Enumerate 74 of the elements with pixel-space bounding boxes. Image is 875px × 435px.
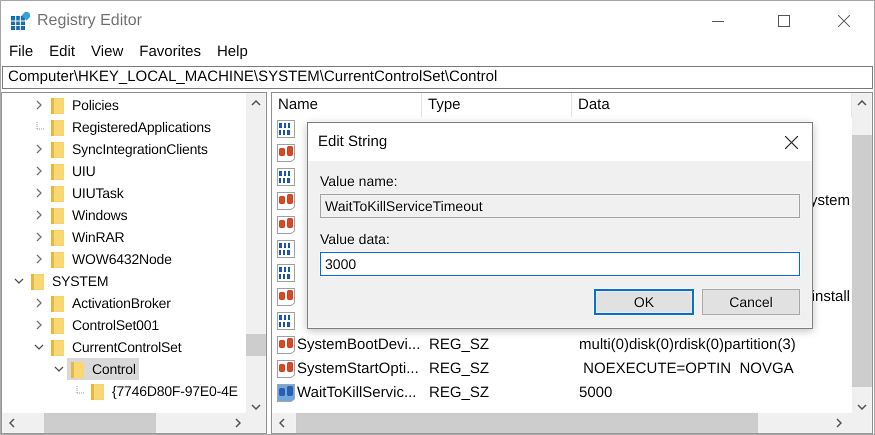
close-icon[interactable]: [785, 136, 798, 148]
folder-icon: [51, 294, 64, 312]
column-header[interactable]: Name: [272, 93, 422, 117]
cancel-button[interactable]: Cancel: [702, 289, 800, 315]
horizontal-scrollbar[interactable]: [272, 413, 872, 433]
value-name[interactable]: SystemBootDevi...: [297, 334, 420, 356]
folder-icon: [51, 316, 64, 334]
window-title: Registry Editor: [37, 11, 142, 31]
scroll-down-icon[interactable]: [857, 404, 867, 410]
tree-item[interactable]: UIU: [47, 160, 99, 182]
menu-item[interactable]: View: [83, 40, 132, 64]
tree-item[interactable]: ControlSet001: [47, 314, 162, 336]
registry-app-icon: [11, 12, 30, 30]
scroll-up-icon[interactable]: [857, 100, 867, 106]
maximize-icon[interactable]: [778, 15, 790, 27]
folder-icon: [51, 162, 64, 180]
ok-button[interactable]: OK: [594, 289, 694, 315]
value-name[interactable]: WaitToKillServic...: [297, 382, 416, 404]
value-type: REG_SZ: [429, 384, 490, 401]
tree-item[interactable]: SYSTEM: [27, 270, 112, 292]
tree-item[interactable]: SyncIntegrationClients: [47, 138, 211, 160]
value-data: install: [812, 286, 850, 307]
tree-item[interactable]: ActivationBroker: [47, 292, 174, 314]
vertical-scrollbar[interactable]: [852, 93, 872, 413]
column-header[interactable]: Type: [422, 93, 572, 117]
folder-icon: [51, 140, 64, 158]
scroll-down-icon[interactable]: [251, 404, 261, 410]
tree-item[interactable]: Windows: [47, 204, 130, 226]
tree-item[interactable]: RegisteredApplications: [47, 116, 214, 138]
scroll-thumb[interactable]: [246, 334, 266, 356]
tree-item[interactable]: CurrentControlSet: [47, 336, 184, 358]
folder-icon: [51, 184, 64, 202]
value-type: REG_SZ: [429, 336, 490, 353]
folder-icon: [51, 338, 64, 356]
scroll-thumb[interactable]: [44, 413, 156, 433]
folder-icon: [51, 96, 64, 114]
close-icon[interactable]: [838, 15, 850, 27]
horizontal-scrollbar[interactable]: [2, 413, 266, 433]
tree-item[interactable]: Policies: [47, 94, 122, 116]
folder-icon: [31, 272, 44, 290]
tree-item[interactable]: WOW6432Node: [47, 248, 175, 270]
tree-item[interactable]: Control: [67, 358, 139, 380]
scroll-left-icon[interactable]: [9, 418, 15, 428]
folder-icon: [91, 382, 104, 400]
menu-item[interactable]: Edit: [41, 40, 84, 64]
folder-icon: [71, 360, 84, 378]
folder-icon: [51, 118, 64, 136]
value-data: 5000: [579, 382, 612, 403]
scroll-left-icon[interactable]: [279, 418, 285, 428]
value-name[interactable]: SystemStartOpti...: [297, 358, 419, 380]
value-data: multi(0)disk(0)rdisk(0)partition(3): [579, 334, 796, 355]
menu-item[interactable]: File: [1, 40, 42, 64]
value-name-field: WaitToKillServiceTimeout: [320, 194, 800, 218]
folder-icon: [51, 206, 64, 224]
value-data-field[interactable]: 3000: [320, 252, 800, 276]
field-label: Value data:: [320, 231, 391, 248]
tree-item[interactable]: WinRAR: [47, 226, 128, 248]
address-bar[interactable]: Computer\HKEY_LOCAL_MACHINE\SYSTEM\CurrentControlSet\Control: [2, 66, 873, 89]
field-label: Value name:: [320, 173, 399, 190]
value-data: NOEXECUTE=OPTIN NOVGA: [582, 358, 794, 379]
tree-item[interactable]: {7746D80F-97E0-4E: [87, 380, 241, 402]
folder-icon: [51, 250, 64, 268]
scroll-thumb[interactable]: [296, 413, 758, 433]
scroll-thumb[interactable]: [852, 135, 872, 387]
menu-item[interactable]: Favorites: [131, 40, 209, 64]
scroll-right-icon[interactable]: [235, 418, 241, 428]
tree-item[interactable]: UIUTask: [47, 182, 126, 204]
scroll-right-icon[interactable]: [836, 418, 842, 428]
vertical-scrollbar[interactable]: [246, 93, 266, 413]
scroll-up-icon[interactable]: [251, 100, 261, 106]
folder-icon: [51, 228, 64, 246]
value-type: REG_SZ: [429, 360, 490, 377]
dialog-title: Edit String: [318, 132, 388, 152]
menu-item[interactable]: Help: [208, 40, 256, 64]
